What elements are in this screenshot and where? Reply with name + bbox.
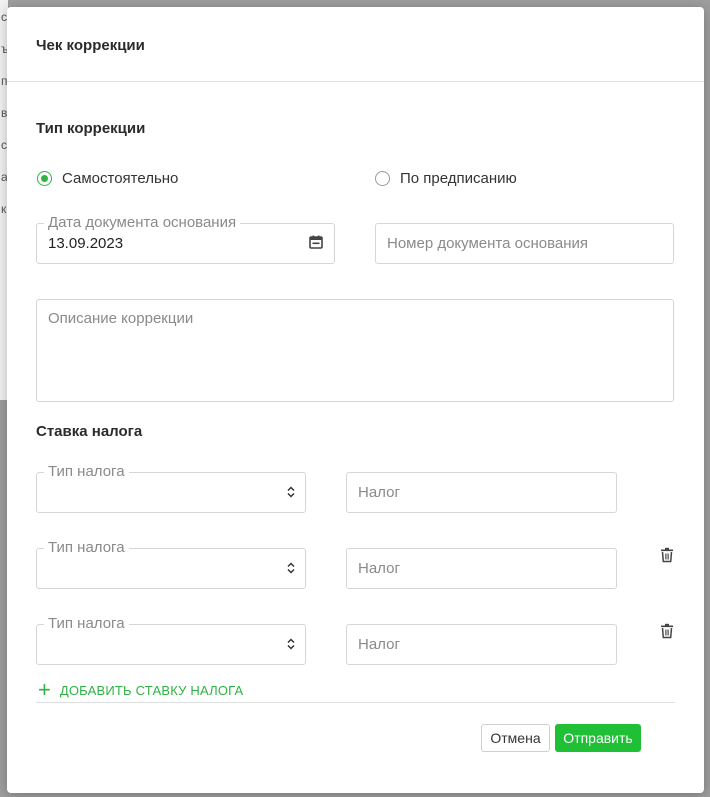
select-arrows-icon [287, 486, 295, 498]
tax-rate-title: Ставка налога [36, 423, 143, 440]
tax-type-label: Тип налога [44, 463, 129, 481]
document-date-value[interactable]: 13.09.2023 [48, 235, 123, 252]
footer-divider [36, 702, 675, 703]
tax-type-label: Тип налога [44, 615, 129, 633]
tax-input[interactable] [347, 625, 616, 664]
trash-icon[interactable] [660, 623, 674, 639]
submit-button[interactable]: Отправить [555, 724, 641, 752]
correction-description-input[interactable] [37, 300, 673, 401]
tax-input-field[interactable] [346, 548, 617, 589]
tax-type-label: Тип налога [44, 539, 129, 557]
add-tax-rate-label: ДОБАВИТЬ СТАВКУ НАЛОГА [59, 682, 244, 698]
tax-input-field[interactable] [346, 624, 617, 665]
document-number-input[interactable] [376, 224, 673, 263]
radio-self-label: Самостоятельно [62, 170, 179, 187]
trash-icon[interactable] [660, 547, 674, 563]
select-arrows-icon [287, 638, 295, 650]
modal-header: Чек коррекции [7, 7, 704, 82]
tax-input[interactable] [347, 549, 616, 588]
select-arrows-icon [287, 562, 295, 574]
tax-input[interactable] [347, 473, 616, 512]
background-letter: к [1, 202, 7, 216]
tax-input-field[interactable] [346, 472, 617, 513]
correction-description-field[interactable] [36, 299, 674, 402]
tax-type-select[interactable]: Тип налога [36, 463, 306, 513]
correction-receipt-modal: Чек коррекции Тип коррекции Самостоятель… [7, 7, 704, 793]
radio-by-order-label: По предписанию [400, 170, 517, 187]
document-date-label: Дата документа основания [44, 214, 241, 232]
document-number-field[interactable] [375, 223, 674, 264]
plus-icon: + [38, 677, 51, 702]
radio-by-order-indicator[interactable] [375, 171, 390, 186]
modal-title: Чек коррекции [36, 37, 145, 54]
calendar-icon[interactable] [309, 235, 323, 249]
correction-type-title: Тип коррекции [36, 120, 146, 137]
document-date-field[interactable]: Дата документа основания 13.09.2023 [36, 214, 335, 264]
add-tax-rate-button[interactable]: + ДОБАВИТЬ СТАВКУ НАЛОГА [38, 677, 244, 702]
radio-self-indicator[interactable] [37, 171, 52, 186]
tax-type-select[interactable]: Тип налога [36, 539, 306, 589]
radio-self[interactable]: Самостоятельно [37, 170, 178, 187]
radio-by-order[interactable]: По предписанию [375, 170, 517, 187]
tax-type-select[interactable]: Тип налога [36, 615, 306, 665]
cancel-button[interactable]: Отмена [481, 724, 550, 752]
